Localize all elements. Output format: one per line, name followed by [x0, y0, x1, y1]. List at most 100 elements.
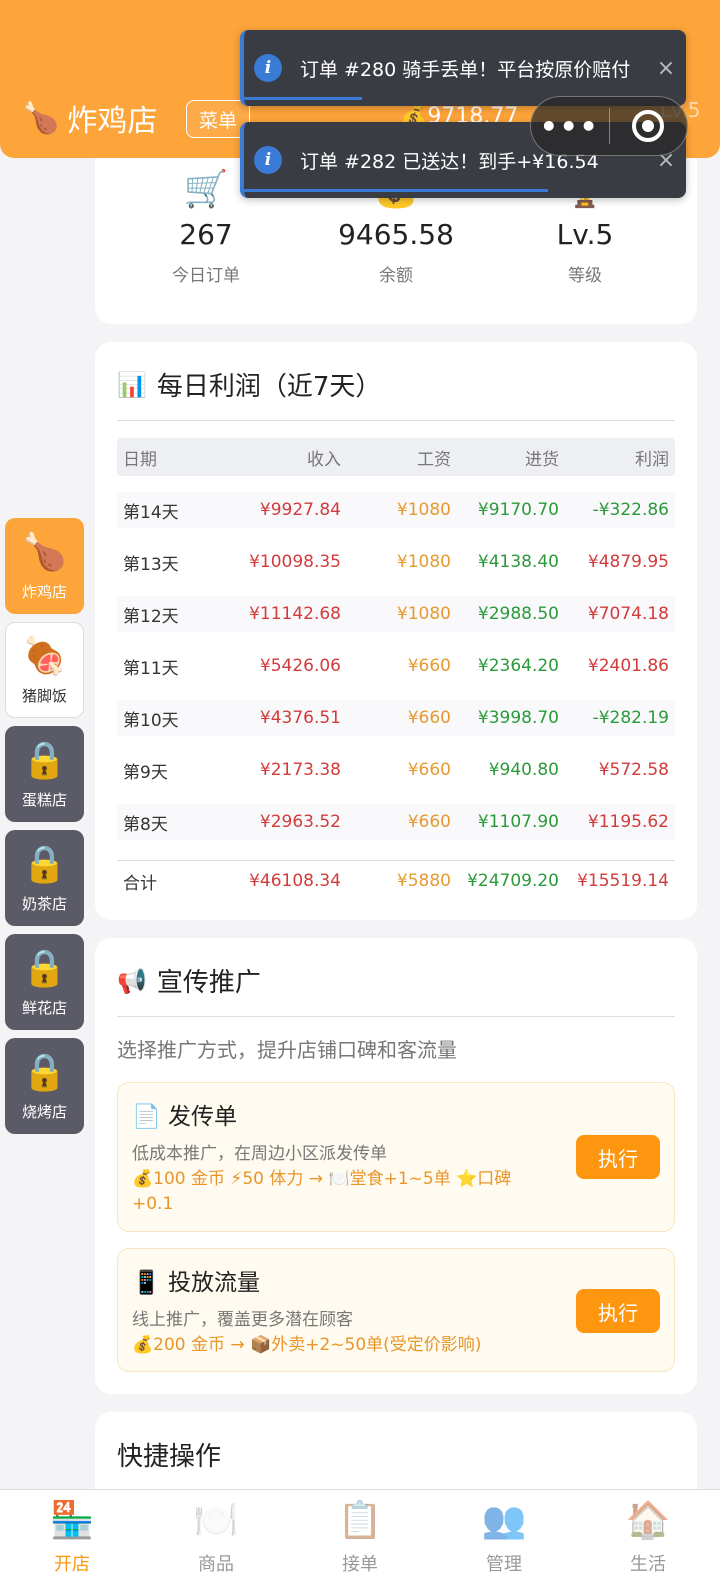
column-header: 收入 [307, 449, 341, 470]
meat-icon: 🍖 [22, 635, 67, 677]
cell-date: 第10天 [123, 710, 179, 731]
sidebar-item-label: 猪脚饭 [21, 686, 67, 705]
column-header: 进货 [525, 449, 559, 470]
cell-purchase: ¥2988.50 [477, 604, 559, 624]
promo-item-cost: 💰200 金币 → 📦外卖+2~50单(受定价影响) [132, 1335, 482, 1355]
divider [117, 1016, 675, 1017]
tab-manage[interactable]: 👥 管理 [432, 1496, 576, 1576]
tab-label: 商品 [198, 1554, 234, 1575]
cell-income: ¥2173.38 [259, 760, 341, 780]
tab-label: 管理 [486, 1554, 522, 1575]
card-title: 📢 宣传推广 [117, 966, 261, 999]
sidebar-item-label: 烧烤店 [21, 1102, 67, 1121]
card-title: 📊 每日利润（近7天） [117, 370, 382, 403]
plate-icon: 🍽️ [193, 1500, 239, 1541]
mini-program-capsule: ••• [530, 96, 688, 156]
cell-profit: ¥572.58 [598, 760, 669, 780]
cell-date: 第12天 [123, 606, 179, 627]
cell-purchase: ¥9170.70 [477, 500, 559, 520]
shop-sidebar: 🍗 炸鸡店 🍖 猪脚饭 🔒 蛋糕店 🔒 奶茶店 🔒 鲜花店 🔒 烧烤店 [5, 518, 85, 1142]
promo-item-flyers: 📄 发传单 低成本推广，在周边小区派发传单 💰100 金币 ⚡50 体力 → 🍽… [117, 1082, 675, 1232]
cell-income: ¥46108.34 [249, 871, 341, 891]
cell-wage: ¥1080 [396, 604, 451, 624]
table-row: 第9天 ¥2173.38 ¥660 ¥940.80 ¥572.58 [117, 752, 675, 788]
table-row: 第8天 ¥2963.52 ¥660 ¥1107.90 ¥1195.62 [117, 804, 675, 840]
lock-icon: 🔒 [22, 1051, 67, 1093]
cell-income: ¥11142.68 [249, 604, 341, 624]
cell-purchase: ¥4138.40 [477, 552, 559, 572]
promo-description: 选择推广方式，提升店铺口碑和客流量 [117, 1038, 457, 1062]
cell-wage: ¥5880 [396, 871, 451, 891]
table-row: 第10天 ¥4376.51 ¥660 ¥3998.70 -¥282.19 [117, 700, 675, 736]
bottom-tab-bar: 🏪 开店 🍽️ 商品 📋 接单 👥 管理 🏠 生活 [0, 1489, 720, 1584]
cell-date: 第14天 [123, 502, 179, 523]
sidebar-item-flower[interactable]: 🔒 鲜花店 [5, 934, 84, 1030]
shop-title: 🍗 炸鸡店 [22, 96, 157, 140]
column-header: 利润 [635, 449, 669, 470]
toast-message: 订单 #280 骑手丢单！平台按原价赔付 [300, 58, 631, 81]
cell-wage: ¥1080 [396, 500, 451, 520]
cell-date: 第13天 [123, 554, 179, 575]
toast-progress [244, 189, 548, 192]
cell-purchase: ¥940.80 [488, 760, 559, 780]
toast-progress [244, 97, 362, 100]
cell-wage: ¥660 [407, 708, 451, 728]
more-icon[interactable]: ••• [531, 110, 609, 143]
table-row: 第11天 ¥5426.06 ¥660 ¥2364.20 ¥2401.86 [117, 648, 675, 684]
sidebar-item-milk-tea[interactable]: 🔒 奶茶店 [5, 830, 84, 926]
cell-date: 第11天 [123, 658, 179, 679]
sidebar-item-cake[interactable]: 🔒 蛋糕店 [5, 726, 84, 822]
cell-date: 合计 [123, 873, 157, 894]
phone-icon: 📱 [132, 1270, 161, 1296]
info-icon: i [254, 54, 282, 82]
cell-wage: ¥1080 [396, 552, 451, 572]
target-icon [632, 110, 665, 142]
toast-notification: i 订单 #280 骑手丢单！平台按原价赔付 × [240, 30, 686, 106]
promotion-card: 📢 宣传推广 选择推广方式，提升店铺口碑和客流量 📄 发传单 低成本推广，在周边… [95, 938, 697, 1394]
divider [117, 420, 675, 421]
table-row: 第12天 ¥11142.68 ¥1080 ¥2988.50 ¥7074.18 [117, 596, 675, 632]
stat-value: 9465.58 [338, 218, 454, 251]
cell-profit: -¥282.19 [592, 708, 669, 728]
sidebar-item-label: 炸鸡店 [21, 582, 67, 601]
tab-orders[interactable]: 📋 接单 [288, 1496, 432, 1576]
sidebar-item-label: 蛋糕店 [21, 790, 67, 809]
tab-life[interactable]: 🏠 生活 [576, 1496, 720, 1576]
cell-income: ¥10098.35 [249, 552, 341, 572]
daily-profit-card: 📊 每日利润（近7天） 日期 收入 工资 进货 利润 第14天 ¥9927.84… [95, 342, 697, 920]
cell-profit: ¥2401.86 [587, 656, 669, 676]
execute-traffic-button[interactable]: 执行 [576, 1289, 660, 1333]
cell-income: ¥5426.06 [259, 656, 341, 676]
drumstick-icon: 🍗 [22, 100, 60, 136]
tab-products[interactable]: 🍽️ 商品 [144, 1496, 288, 1576]
divider [117, 860, 675, 861]
execute-flyers-button[interactable]: 执行 [576, 1135, 660, 1179]
stat-label: 今日订单 [172, 266, 240, 286]
tab-label: 接单 [342, 1554, 378, 1575]
table-row: 第13天 ¥10098.35 ¥1080 ¥4138.40 ¥4879.95 [117, 544, 675, 580]
users-icon: 👥 [481, 1500, 527, 1541]
drumstick-icon: 🍗 [22, 531, 67, 573]
cell-wage: ¥660 [407, 760, 451, 780]
stat-label: 等级 [568, 266, 602, 286]
close-icon[interactable]: × [646, 56, 686, 81]
cell-income: ¥9927.84 [259, 500, 341, 520]
lock-icon: 🔒 [22, 843, 67, 885]
promo-item-cost: 💰100 金币 ⚡50 体力 → 🍽️堂食+1~5单 ⭐口碑+0.1 [132, 1169, 512, 1214]
cell-date: 第9天 [123, 762, 168, 783]
cell-purchase: ¥2364.20 [477, 656, 559, 676]
cell-purchase: ¥3998.70 [477, 708, 559, 728]
promo-item-title: 📄 发传单 [132, 1104, 237, 1130]
sidebar-item-label: 鲜花店 [21, 998, 67, 1017]
cell-profit: ¥7074.18 [587, 604, 669, 624]
cell-wage: ¥660 [407, 656, 451, 676]
cell-purchase: ¥24709.20 [467, 871, 559, 891]
tab-label: 开店 [54, 1554, 90, 1575]
promo-item-desc: 线上推广，覆盖更多潜在顾客 [132, 1310, 353, 1330]
tab-open-shop[interactable]: 🏪 开店 [0, 1496, 144, 1576]
close-program-button[interactable] [610, 110, 688, 142]
stat-label: 余额 [379, 266, 413, 286]
sidebar-item-bbq[interactable]: 🔒 烧烤店 [5, 1038, 84, 1134]
sidebar-item-pork-rice[interactable]: 🍖 猪脚饭 [5, 622, 84, 718]
sidebar-item-fried-chicken[interactable]: 🍗 炸鸡店 [5, 518, 84, 614]
